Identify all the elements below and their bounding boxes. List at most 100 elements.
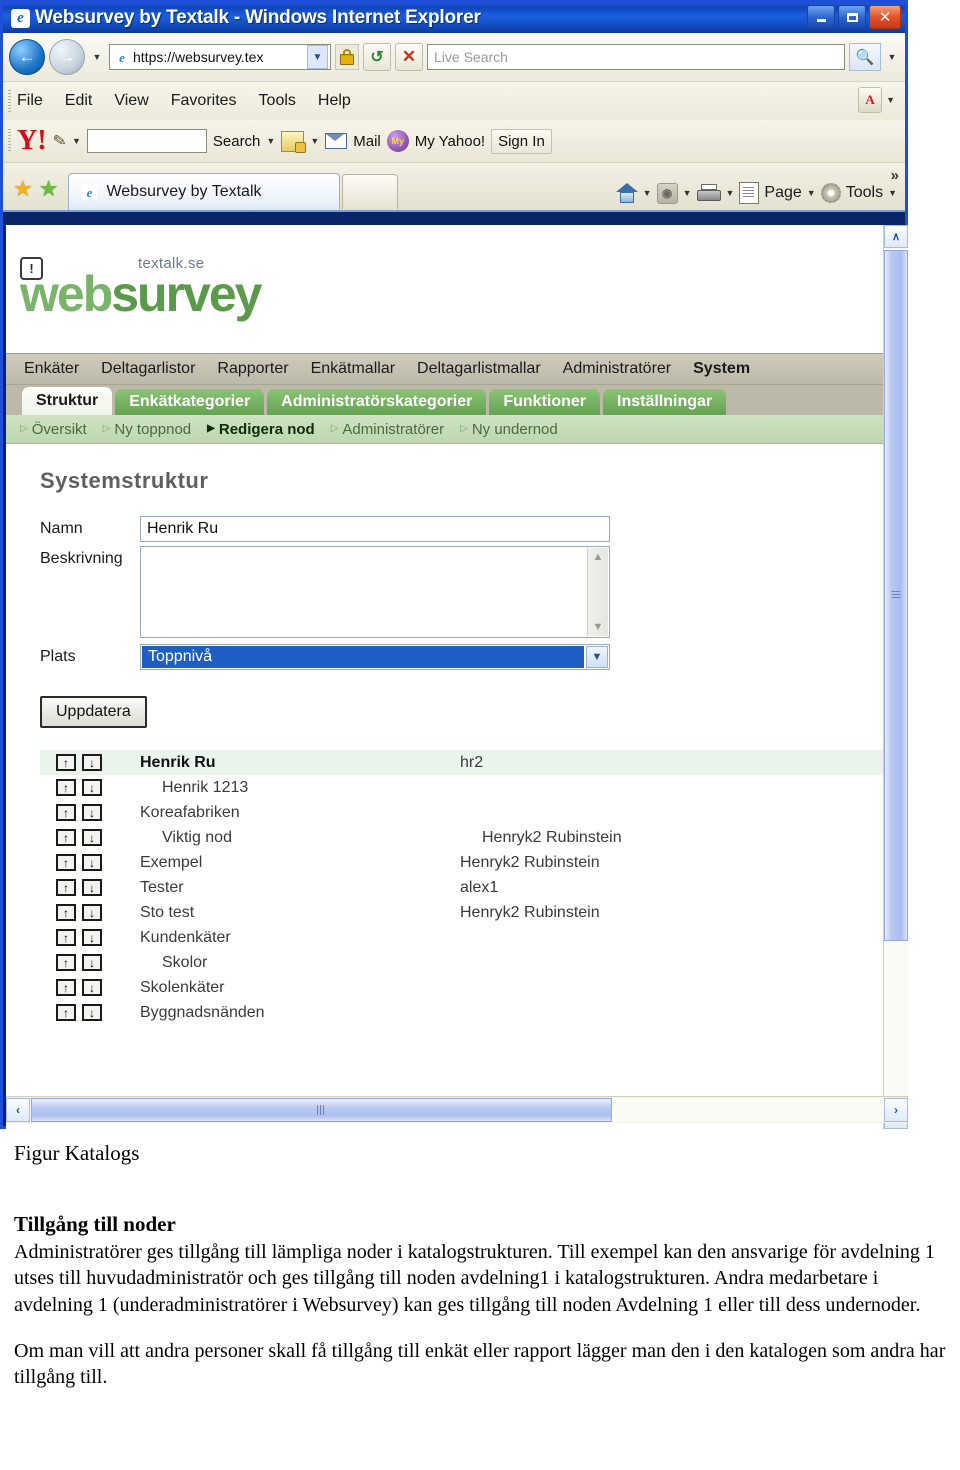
node-name[interactable]: Henrik 1213 bbox=[140, 779, 482, 797]
add-favorites-star-icon[interactable]: ★ bbox=[39, 178, 59, 200]
table-row[interactable]: ↑ ↓ Byggnadsnänden bbox=[40, 1000, 883, 1025]
node-name[interactable]: Henrik Ru bbox=[140, 754, 460, 772]
table-row[interactable]: ↑ ↓ Exempel Henryk2 Rubinstein bbox=[40, 850, 883, 875]
menu-item-view[interactable]: View bbox=[114, 92, 148, 110]
scroll-left-icon[interactable]: ‹ bbox=[6, 1098, 30, 1122]
nav-item-deltagarlistmallar[interactable]: Deltagarlistmallar bbox=[417, 360, 541, 378]
forward-icon[interactable]: → bbox=[49, 39, 85, 75]
update-button[interactable]: Uppdatera bbox=[40, 696, 147, 728]
yahoo-search-chevron-down-icon[interactable]: ▼ bbox=[266, 136, 275, 146]
subnav-item-redigera-nod[interactable]: ▶ Redigera nod bbox=[207, 421, 315, 438]
minimize-button[interactable] bbox=[807, 5, 835, 29]
envelope-icon[interactable] bbox=[325, 133, 348, 149]
node-name[interactable]: Skolenkäter bbox=[140, 979, 460, 997]
subnav-item-oversikt[interactable]: ▷ Översikt bbox=[20, 421, 87, 438]
toolbar-overflow-icon[interactable]: » bbox=[891, 167, 899, 184]
search-input[interactable]: Live Search bbox=[427, 44, 845, 70]
table-row[interactable]: ↑ ↓ Skolor bbox=[40, 950, 883, 975]
nav-item-enkater[interactable]: Enkäter bbox=[24, 360, 79, 378]
my-yahoo-icon[interactable]: My bbox=[386, 130, 409, 152]
tab-administratorskategorier[interactable]: Administratörskategorier bbox=[267, 389, 487, 415]
move-down-button[interactable]: ↓ bbox=[82, 979, 102, 996]
table-row[interactable]: ↑ ↓ Sto test Henryk2 Rubinstein bbox=[40, 900, 883, 925]
page-menu-chevron-down-icon[interactable]: ▼ bbox=[807, 188, 816, 198]
node-name[interactable]: Kundenkäter bbox=[140, 929, 460, 947]
new-tab-button[interactable] bbox=[342, 174, 399, 209]
maximize-button[interactable] bbox=[838, 5, 866, 29]
move-down-button[interactable]: ↓ bbox=[82, 929, 102, 946]
node-name[interactable]: Byggnadsnänden bbox=[140, 1004, 460, 1022]
subnav-item-ny-toppnod[interactable]: ▷ Ny toppnod bbox=[103, 421, 191, 438]
table-row[interactable]: ↑ ↓ Skolenkäter bbox=[40, 975, 883, 1000]
home-chevron-down-icon[interactable]: ▼ bbox=[643, 188, 652, 198]
move-down-button[interactable]: ↓ bbox=[82, 954, 102, 971]
menu-grip-icon[interactable] bbox=[8, 90, 11, 112]
move-down-button[interactable]: ↓ bbox=[82, 829, 102, 846]
menu-item-tools[interactable]: Tools bbox=[259, 92, 296, 110]
gear-icon[interactable] bbox=[820, 183, 841, 203]
scroll-right-icon[interactable]: › bbox=[884, 1098, 908, 1122]
nav-item-rapporter[interactable]: Rapporter bbox=[217, 360, 288, 378]
move-up-button[interactable]: ↑ bbox=[56, 954, 76, 971]
scroll-up-icon[interactable]: ▲ bbox=[588, 548, 608, 566]
move-down-button[interactable]: ↓ bbox=[82, 879, 102, 896]
nav-item-deltagarlistor[interactable]: Deltagarlistor bbox=[101, 360, 195, 378]
subnav-item-administratorer[interactable]: ▷ Administratörer bbox=[331, 421, 444, 438]
move-up-button[interactable]: ↑ bbox=[56, 829, 76, 846]
table-row[interactable]: ↑ ↓ Henrik Ru hr2 bbox=[40, 750, 883, 775]
pdf-icon[interactable]: A bbox=[858, 87, 883, 113]
description-textarea[interactable]: ▲ ▼ bbox=[140, 546, 610, 638]
tab-funktioner[interactable]: Funktioner bbox=[489, 389, 601, 415]
move-up-button[interactable]: ↑ bbox=[56, 779, 76, 796]
table-row[interactable]: ↑ ↓ Tester alex1 bbox=[40, 875, 883, 900]
bookmarks-icon[interactable] bbox=[281, 130, 307, 153]
yahoo-search-input[interactable] bbox=[86, 129, 207, 153]
search-icon[interactable]: 🔍 bbox=[849, 43, 881, 71]
node-name[interactable]: Exempel bbox=[140, 854, 460, 872]
table-row[interactable]: ↑ ↓ Koreafabriken bbox=[40, 800, 883, 825]
menu-item-edit[interactable]: Edit bbox=[65, 92, 93, 110]
move-down-button[interactable]: ↓ bbox=[82, 854, 102, 871]
vertical-scroll-track[interactable] bbox=[884, 248, 908, 1106]
nav-item-system[interactable]: System bbox=[693, 360, 750, 378]
nav-item-enkatmallar[interactable]: Enkätmallar bbox=[311, 360, 395, 378]
node-name[interactable]: Skolor bbox=[140, 954, 482, 972]
tab-struktur[interactable]: Struktur bbox=[22, 387, 113, 415]
node-name[interactable]: Sto test bbox=[140, 904, 460, 922]
move-down-button[interactable]: ↓ bbox=[82, 754, 102, 771]
vertical-scroll-thumb[interactable] bbox=[884, 250, 908, 941]
address-input[interactable]: e https://websurvey.tex ▼ bbox=[109, 44, 331, 70]
history-chevron-down-icon[interactable]: ▼ bbox=[89, 52, 105, 62]
horizontal-scroll-thumb[interactable] bbox=[31, 1098, 612, 1122]
bookmarks-chevron-down-icon[interactable]: ▼ bbox=[310, 136, 319, 146]
move-up-button[interactable]: ↑ bbox=[56, 854, 76, 871]
move-down-button[interactable]: ↓ bbox=[82, 1004, 102, 1021]
move-up-button[interactable]: ↑ bbox=[56, 1004, 76, 1021]
tools-menu-button[interactable]: Tools bbox=[846, 184, 883, 202]
node-name[interactable]: Tester bbox=[140, 879, 460, 897]
sign-in-button[interactable]: Sign In bbox=[491, 128, 552, 154]
menu-item-favorites[interactable]: Favorites bbox=[171, 92, 237, 110]
tab-enkatkategorier[interactable]: Enkätkategorier bbox=[115, 389, 265, 415]
move-up-button[interactable]: ↑ bbox=[56, 904, 76, 921]
yahoo-search-button[interactable]: Search bbox=[213, 133, 261, 150]
tools-menu-chevron-down-icon[interactable]: ▼ bbox=[888, 188, 897, 198]
move-up-button[interactable]: ↑ bbox=[56, 979, 76, 996]
menu-item-file[interactable]: File bbox=[17, 92, 43, 110]
move-up-button[interactable]: ↑ bbox=[56, 879, 76, 896]
pencil-icon[interactable]: ✎ bbox=[51, 130, 68, 152]
browser-tab-websurvey[interactable]: e Websurvey by Textalk bbox=[68, 173, 341, 210]
scroll-down-icon[interactable]: ▼ bbox=[588, 618, 608, 636]
subnav-item-ny-undernod[interactable]: ▷ Ny undernod bbox=[460, 421, 558, 438]
pencil-chevron-down-icon[interactable]: ▼ bbox=[72, 136, 81, 146]
yahoo-grip-icon[interactable] bbox=[8, 129, 11, 153]
scroll-up-icon[interactable]: ∧ bbox=[884, 225, 908, 248]
refresh-icon[interactable]: ↺ bbox=[363, 43, 391, 71]
yahoo-mail-button[interactable]: Mail bbox=[353, 133, 381, 150]
nav-item-administratorer[interactable]: Administratörer bbox=[563, 360, 671, 378]
stop-icon[interactable]: ✕ bbox=[395, 43, 423, 71]
page-menu-icon[interactable] bbox=[739, 182, 760, 204]
page-horizontal-scrollbar[interactable]: ‹ › bbox=[6, 1096, 908, 1123]
name-input[interactable]: Henrik Ru bbox=[140, 516, 610, 542]
move-up-button[interactable]: ↑ bbox=[56, 804, 76, 821]
